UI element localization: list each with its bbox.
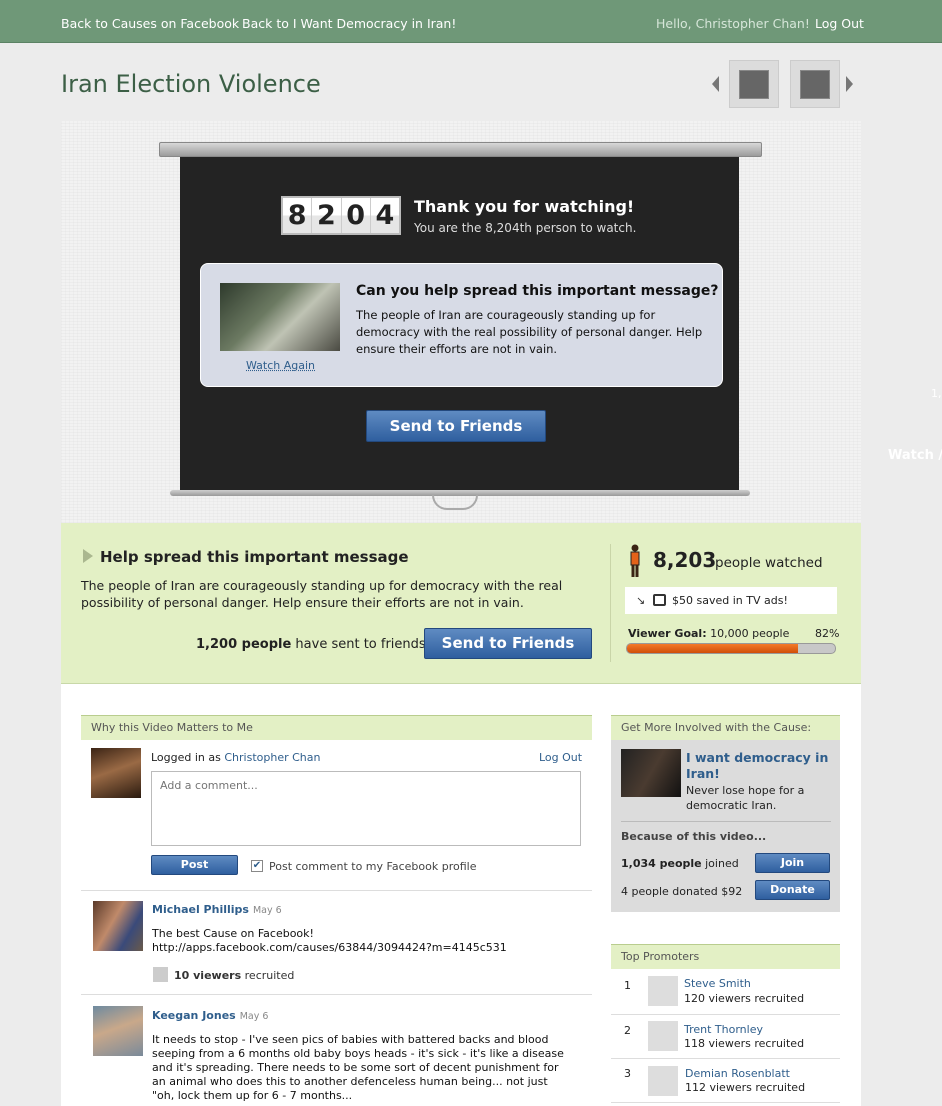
spread-heading: Help spread this important message xyxy=(100,548,409,566)
comments-section-heading: Why this Video Matters to Me xyxy=(81,715,592,740)
post-to-profile-checkbox[interactable]: ✔ xyxy=(251,860,263,872)
divider xyxy=(81,994,592,995)
card-question: Can you help spread this important messa… xyxy=(356,283,719,299)
counter-digit: 4 xyxy=(370,198,399,233)
promoter-rank: 3 xyxy=(624,1067,631,1080)
promoter-avatar xyxy=(648,1021,678,1051)
joined-stat: 1,034 people joined xyxy=(621,857,739,870)
viewer-goal-progress-fill xyxy=(627,644,798,653)
back-to-cause-link[interactable]: Back to I Want Democracy in Iran! xyxy=(242,16,456,31)
promoter-rank: 2 xyxy=(624,1024,631,1037)
sent-to-friends-text: 1,200 people have sent to friends: xyxy=(196,637,430,652)
video-thumbnail[interactable] xyxy=(220,283,340,351)
thanks-title: Thank you for watching! xyxy=(414,197,635,216)
divider xyxy=(611,1102,840,1103)
screen-rod xyxy=(159,142,762,157)
counter-digit: 2 xyxy=(312,198,342,233)
promoter-avatar xyxy=(648,1066,678,1096)
donated-stat: 4 people donated $92 xyxy=(621,885,743,898)
saved-in-ads-box: ↘ $50 saved in TV ads! xyxy=(625,587,837,614)
watched-count: 8,203 xyxy=(653,548,717,572)
watch-again-link[interactable]: Watch Again xyxy=(246,359,315,372)
divider xyxy=(621,821,831,822)
cause-title-link[interactable]: I want democracy in Iran! xyxy=(686,750,836,782)
page-title: Iran Election Violence xyxy=(61,70,321,98)
video-thumb-next[interactable] xyxy=(790,60,840,108)
promoter-name[interactable]: Demian Rosenblatt xyxy=(685,1067,790,1080)
back-to-causes-link[interactable]: Back to Causes on Facebook xyxy=(61,16,239,31)
next-arrow-icon[interactable] xyxy=(846,76,853,92)
divider xyxy=(610,544,611,662)
comment-input[interactable] xyxy=(151,771,581,846)
avatar xyxy=(91,748,141,798)
cause-image[interactable] xyxy=(621,749,681,797)
watched-label: people watched xyxy=(715,555,823,571)
sent-count: 1,200 people xyxy=(196,637,292,652)
send-to-friends-button-secondary[interactable]: Send to Friends xyxy=(424,628,592,659)
logged-in-text: Logged in as Christopher Chan xyxy=(151,751,321,764)
comment-recruited: 10 viewers recruited xyxy=(174,969,295,982)
recruiter-square-icon xyxy=(153,967,168,982)
play-triangle-icon xyxy=(83,549,93,563)
arrow-icon: ↘ xyxy=(636,594,646,607)
comment-author[interactable]: Michael Phillips May 6 xyxy=(152,903,282,916)
hello-user-text: Hello, Christopher Chan! xyxy=(656,16,810,31)
involve-heading: Get More Involved with the Cause: xyxy=(611,715,840,740)
avatar xyxy=(93,1006,143,1056)
promoter-avatar xyxy=(648,976,678,1006)
promoter-name[interactable]: Steve Smith xyxy=(684,977,751,990)
spread-paragraph: The people of Iran are courageously stan… xyxy=(81,578,563,610)
comment-logout-link[interactable]: Log Out xyxy=(539,751,582,764)
viewer-goal-label: Viewer Goal: 10,000 people xyxy=(628,627,790,640)
divider xyxy=(611,1058,840,1059)
viewer-goal-progress-bar xyxy=(626,643,836,654)
thanks-subtitle: You are the 8,204th person to watch. xyxy=(414,221,637,235)
divider xyxy=(81,890,592,891)
donate-button[interactable]: Donate xyxy=(755,880,830,900)
card-description: The people of Iran are courageously stan… xyxy=(356,308,703,356)
counter-digit: 8 xyxy=(283,198,313,233)
viewer-goal-percent: 82% xyxy=(815,627,840,640)
post-button[interactable]: Post xyxy=(151,855,238,875)
promoter-row: 1 Steve Smith 120 viewers recruited xyxy=(611,976,840,1016)
cause-subtitle: Never lose hope for a democratic Iran. xyxy=(686,784,805,812)
promoter-row: 2 Trent Thornley 118 viewers recruited xyxy=(611,1021,840,1061)
post-to-profile-label: Post comment to my Facebook profile xyxy=(269,860,477,873)
offscreen-watch-fragment: Watch / xyxy=(888,448,942,463)
comment-text: The best Cause on Facebook! http://apps.… xyxy=(152,927,507,954)
tv-icon xyxy=(653,594,666,606)
top-bar: Back to Causes on Facebook Back to I Wan… xyxy=(0,0,942,43)
comment-date: May 6 xyxy=(252,905,282,916)
promoter-row: 3 Demian Rosenblatt 112 viewers recruite… xyxy=(611,1066,840,1106)
prev-arrow-icon[interactable] xyxy=(712,76,719,92)
comment-text: It needs to stop - I've seen pics of bab… xyxy=(152,1033,564,1102)
sent-suffix: have sent to friends: xyxy=(295,637,431,652)
spread-message-band: Help spread this important message The p… xyxy=(61,523,861,684)
send-to-friends-button[interactable]: Send to Friends xyxy=(366,410,546,442)
promoter-name[interactable]: Trent Thornley xyxy=(684,1023,763,1036)
promoter-rank: 1 xyxy=(624,979,631,992)
divider xyxy=(611,1014,840,1015)
promoters-heading: Top Promoters xyxy=(611,944,840,969)
join-button[interactable]: Join xyxy=(755,853,830,873)
counter-digit: 0 xyxy=(341,198,371,233)
promoter-count: 120 viewers recruited xyxy=(684,992,805,1005)
logged-in-user-link[interactable]: Christopher Chan xyxy=(224,751,320,764)
comment-author[interactable]: Keegan Jones May 6 xyxy=(152,1009,268,1022)
video-thumb-prev[interactable] xyxy=(729,60,779,108)
promoter-count: 118 viewers recruited xyxy=(684,1037,805,1050)
avatar xyxy=(93,901,143,951)
saved-text: $50 saved in TV ads! xyxy=(672,594,788,607)
watch-counter: 8 2 0 4 xyxy=(281,196,401,235)
promoter-count: 112 viewers recruited xyxy=(685,1081,806,1094)
person-icon xyxy=(630,544,640,577)
because-label: Because of this video... xyxy=(621,830,767,843)
offscreen-number-fragment: 1, xyxy=(931,387,942,400)
comment-date: May 6 xyxy=(239,1011,269,1022)
spread-message-card: Watch Again Can you help spread this imp… xyxy=(200,263,723,387)
logout-link[interactable]: Log Out xyxy=(815,16,864,31)
